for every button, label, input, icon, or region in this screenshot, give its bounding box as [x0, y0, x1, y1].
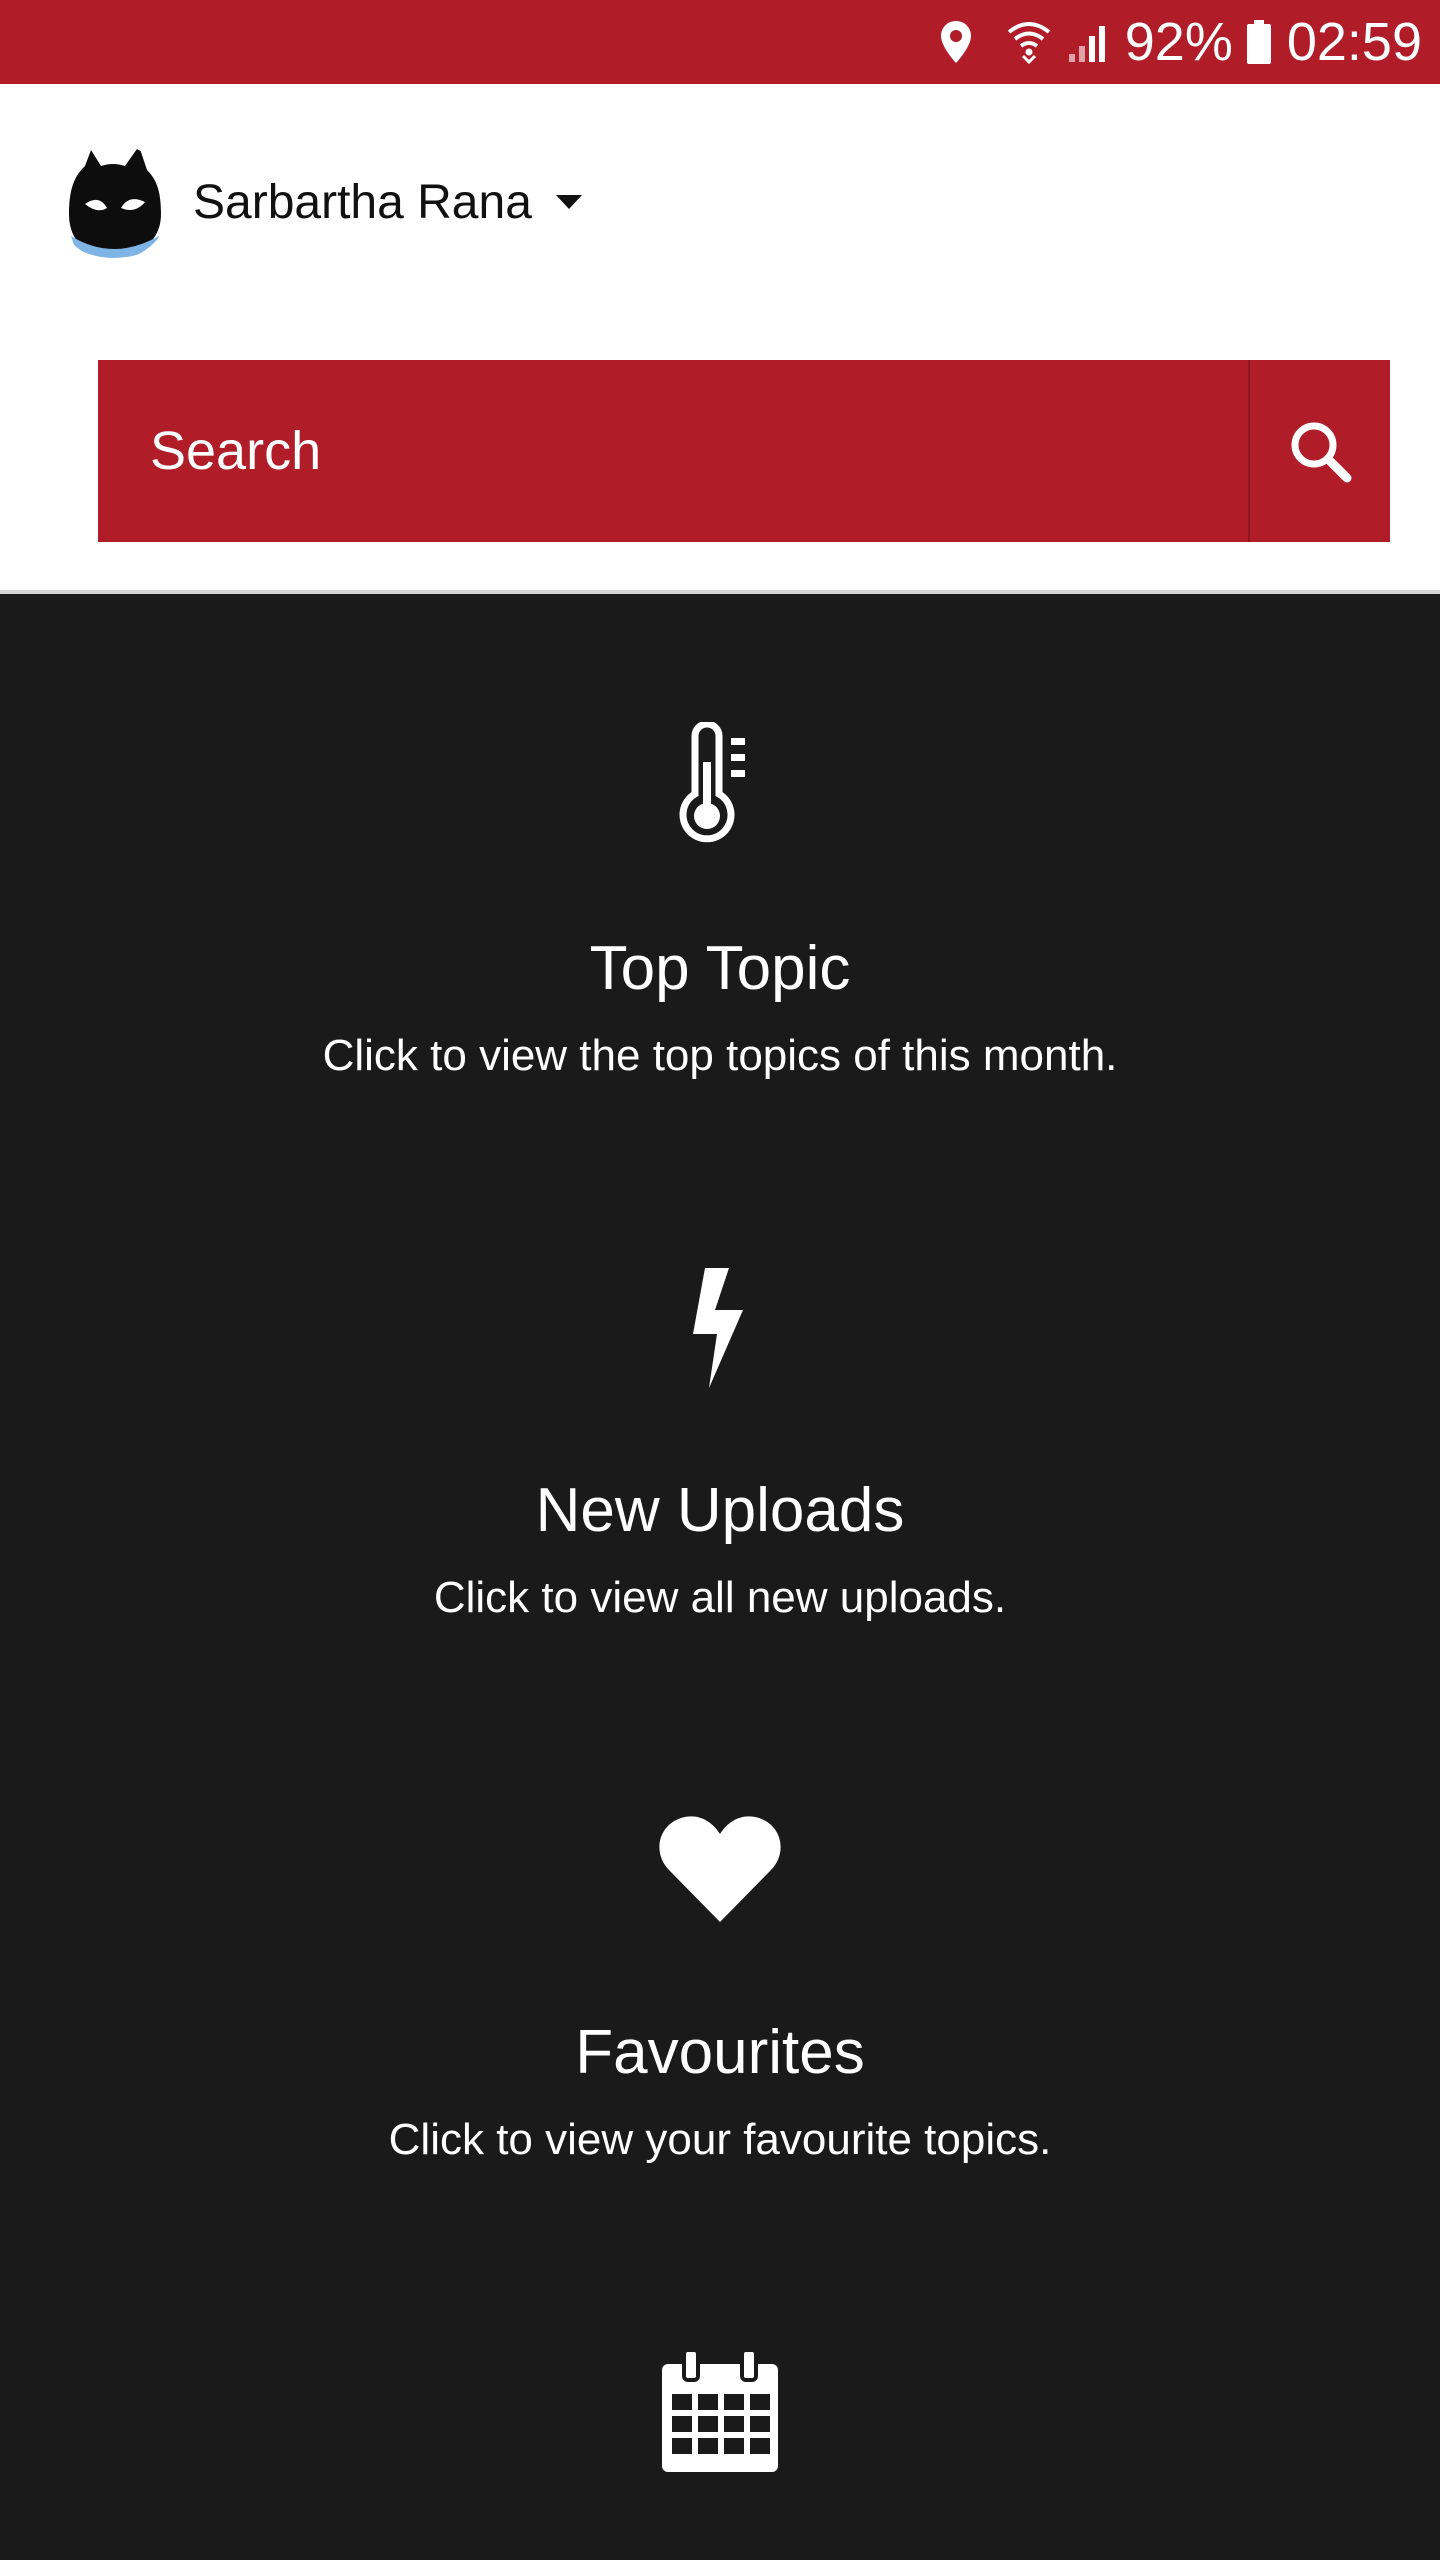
account-switcher[interactable]: Sarbartha Rana — [55, 144, 584, 260]
menu-item-favourites[interactable]: Favourites Click to view your favourite … — [0, 1806, 1440, 2166]
thermometer-icon — [0, 722, 1440, 850]
location-icon — [939, 19, 973, 65]
search-bar — [98, 360, 1390, 542]
lightning-icon — [0, 1264, 1440, 1392]
search-icon — [1287, 418, 1353, 484]
menu-item-new-uploads[interactable]: New Uploads Click to view all new upload… — [0, 1264, 1440, 1624]
menu-item-description: Click to view the top topics of this mon… — [322, 1031, 1118, 1080]
menu-item-calendar[interactable] — [0, 2348, 1440, 2560]
search-input[interactable] — [98, 360, 1248, 542]
menu-list: Top Topic Click to view the top topics o… — [0, 594, 1440, 2560]
status-bar: 92% 02:59 — [0, 0, 1440, 84]
clock: 02:59 — [1286, 12, 1422, 72]
menu-item-title: Top Topic — [589, 934, 851, 1003]
menu-item-top-topic[interactable]: Top Topic Click to view the top topics o… — [0, 722, 1440, 1082]
wifi-icon — [1007, 20, 1051, 64]
battery-percent: 92% — [1124, 12, 1233, 72]
username: Sarbartha Rana — [193, 175, 532, 229]
menu-item-description: Click to view your favourite topics. — [388, 2115, 1052, 2164]
battery-icon — [1245, 19, 1273, 65]
menu-item-title: Favourites — [575, 2018, 865, 2087]
avatar — [55, 144, 171, 260]
menu-item-title: New Uploads — [535, 1476, 905, 1545]
app-header: Sarbartha Rana — [0, 84, 1440, 594]
caret-down-icon — [554, 193, 584, 211]
calendar-icon — [0, 2348, 1440, 2476]
search-button[interactable] — [1248, 360, 1390, 542]
signal-icon — [1067, 20, 1111, 64]
heart-icon — [0, 1806, 1440, 1934]
menu-item-description: Click to view all new uploads. — [433, 1573, 1007, 1622]
